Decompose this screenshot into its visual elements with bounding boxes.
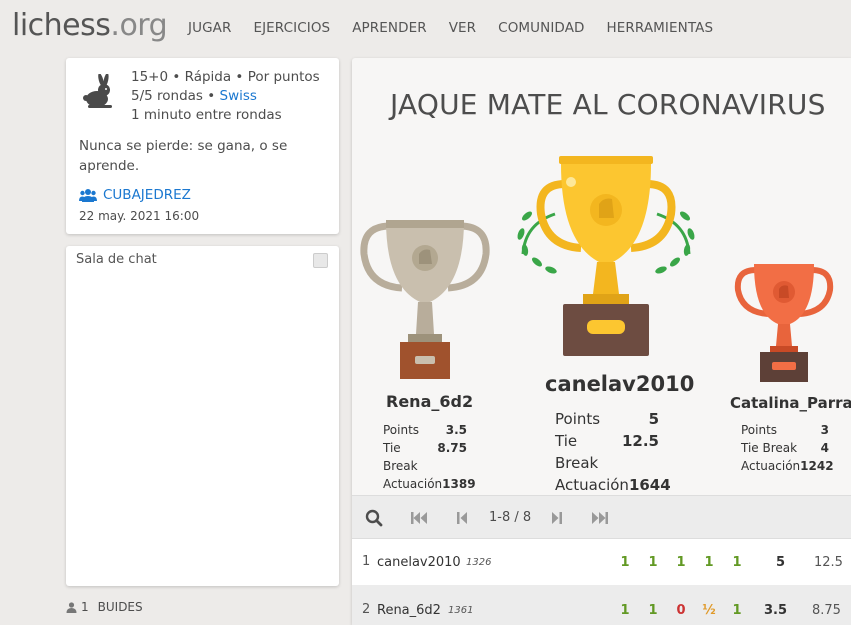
chat-title: Sala de chat [76,252,157,267]
nav-ejercicios[interactable]: EJERCICIOS [253,20,330,36]
setup-time-control: 15+0 • Rápida • Por puntos [131,69,320,85]
page-range: 1-8 / 8 [489,510,532,525]
row-round-5: 1 [732,555,742,570]
spectator-count: 1 [81,600,89,614]
standings-pager: 1-8 / 8 [352,495,851,539]
last-page-icon[interactable] [590,508,610,528]
standings-row[interactable]: 2 Rena_6d2 1361 1 1 0 ½ 1 3.5 8.75 [352,585,851,625]
first-page-icon[interactable] [409,508,429,528]
row-round-3: 0 [676,603,686,618]
tournament-description: Nunca se pierde: se gana, o se aprende. [79,138,288,174]
row-round-2: 1 [648,603,658,618]
podium-1-stats: Points 5 Tie Break 12.5 Actuación 1644 [555,410,671,494]
row-total: 3.5 [764,603,788,618]
top-bar: lichess.org JUGAR EJERCICIOS APRENDER VE… [0,0,851,56]
site-logo[interactable]: lichess.org [12,8,168,43]
nav-jugar[interactable]: JUGAR [188,20,231,36]
setup-rounds: 5/5 rondas • Swiss [131,88,257,104]
podium-2-name[interactable]: Rena_6d2 [386,392,473,411]
podium-2-stats: Points 3.5 Tie Break 8.75 Actuación 1389 [383,423,476,491]
chat-toggle-checkbox[interactable] [313,253,328,268]
row-total: 5 [776,555,786,570]
nav-ver[interactable]: VER [449,20,476,36]
row-tiebreak: 8.75 [812,603,841,618]
chat-room: Sala de chat [66,246,339,586]
user-icon [66,601,77,613]
row-rating: 1326 [466,557,492,568]
team-icon [79,189,97,202]
search-icon[interactable] [364,508,384,528]
team-link[interactable]: CUBAJEDREZ [79,187,191,203]
tournament-main: JAQUE MATE AL CORONAVIRUS Rena_6d2 Point… [352,58,851,625]
nav-comunidad[interactable]: COMUNIDAD [498,20,584,36]
prev-page-icon[interactable] [453,508,473,528]
row-rank: 2 [362,602,371,617]
silver-trophy-icon [360,220,490,379]
podium-3-name[interactable]: Catalina_Parra [730,394,851,412]
row-round-2: 1 [648,555,658,570]
row-rank: 1 [362,554,371,569]
team-name[interactable]: CUBAJEDREZ [103,187,191,203]
row-round-3: 1 [676,555,686,570]
setup-interval: 1 minuto entre rondas [131,107,282,123]
spectator-list[interactable]: BUIDES [98,600,143,614]
gold-trophy-icon [517,156,695,356]
row-tiebreak: 12.5 [814,555,843,570]
row-username[interactable]: Rena_6d2 [377,603,441,618]
nav-herramientas[interactable]: HERRAMIENTAS [607,20,714,36]
swiss-link[interactable]: Swiss [220,88,257,104]
podium-3-stats: Points 3 Tie Break 4 Actuación 1242 [741,423,834,473]
next-page-icon[interactable] [546,508,566,528]
tournament-date: 22 may. 2021 16:00 [79,209,200,223]
tournament-info-box: 15+0 • Rápida • Por puntos 5/5 rondas • … [66,58,339,234]
nav-aprender[interactable]: APRENDER [352,20,427,36]
row-round-5: 1 [732,603,742,618]
row-round-1: 1 [620,555,630,570]
bronze-trophy-icon [734,264,834,382]
row-rating: 1361 [448,605,474,616]
tournament-setup: 15+0 • Rápida • Por puntos 5/5 rondas • … [131,68,320,125]
podium-1-name[interactable]: canelav2010 [545,372,694,396]
row-username[interactable]: canelav2010 [377,555,461,570]
spectators: 1 BUIDES [66,600,143,614]
main-nav: JUGAR EJERCICIOS APRENDER VER COMUNIDAD … [188,20,735,36]
row-round-1: 1 [620,603,630,618]
standings-row[interactable]: 1 canelav2010 1326 1 1 1 1 1 5 12.5 [352,539,851,585]
rabbit-icon [83,74,112,108]
row-round-4: ½ [702,603,716,618]
tournament-title: JAQUE MATE AL CORONAVIRUS [390,88,826,121]
row-round-4: 1 [704,555,714,570]
